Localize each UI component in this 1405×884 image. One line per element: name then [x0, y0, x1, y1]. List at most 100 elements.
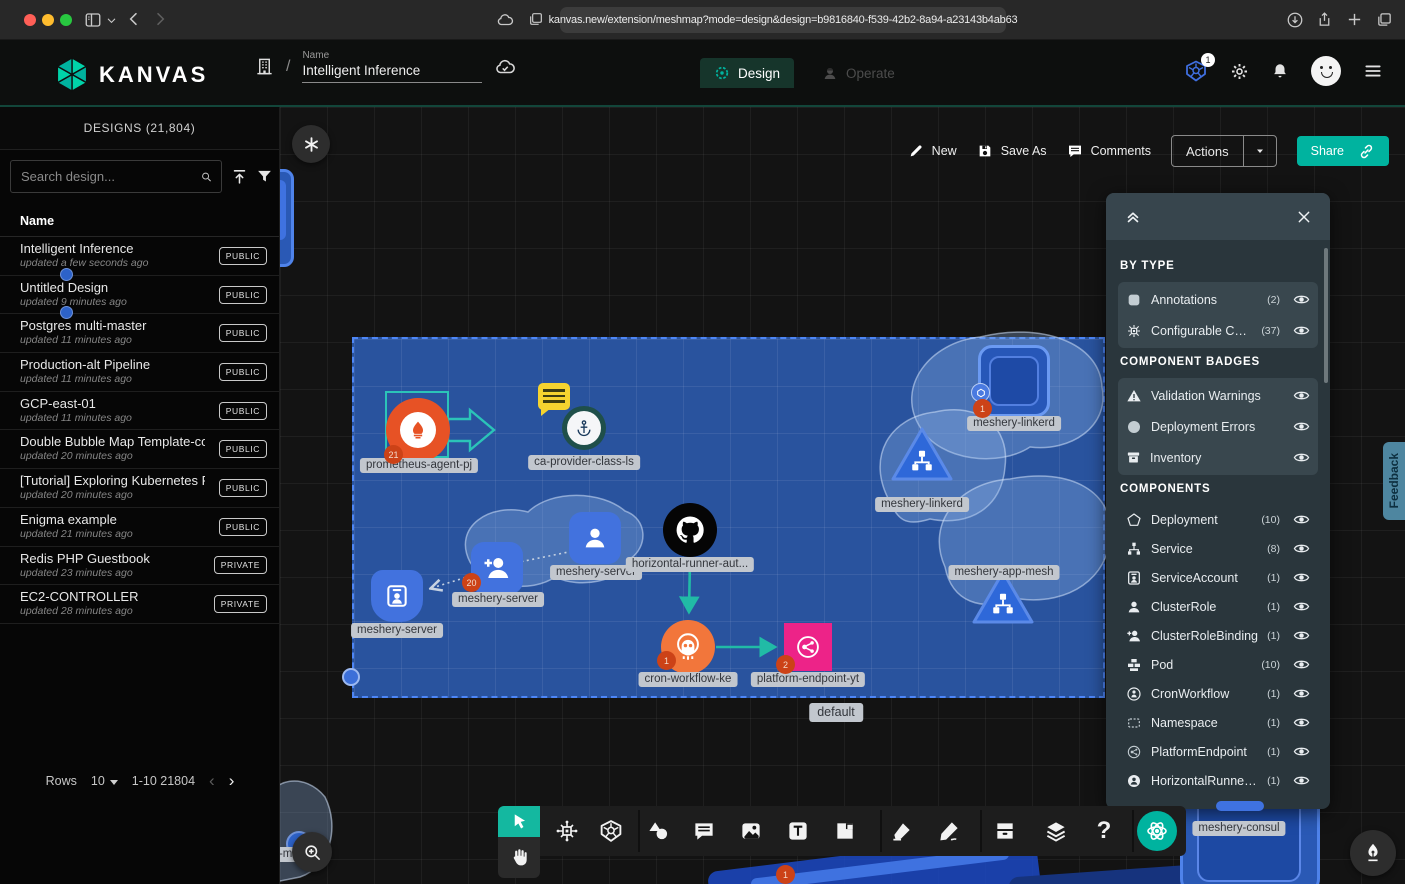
actions-split-button[interactable]: Actions: [1171, 135, 1277, 167]
component-row-cronworkflow[interactable]: CronWorkflow (1): [1126, 679, 1310, 708]
component-row-deployment[interactable]: Deployment (10): [1126, 505, 1310, 534]
pan-tool[interactable]: [498, 837, 540, 878]
new-button[interactable]: New: [908, 143, 957, 159]
kubernetes-tool-icon[interactable]: [599, 819, 624, 844]
menu-icon[interactable]: [1363, 61, 1383, 81]
name-column-header[interactable]: Name: [0, 200, 279, 237]
new-tab-icon[interactable]: [1346, 11, 1363, 28]
tab-overview-icon[interactable]: [1376, 11, 1393, 28]
prev-page-button[interactable]: ‹: [209, 775, 215, 787]
freehand-draw-tool-icon[interactable]: [938, 820, 961, 843]
component-row-clusterrolebinding[interactable]: ClusterRoleBinding (1): [1126, 621, 1310, 650]
feedback-tab[interactable]: Feedback: [1383, 442, 1405, 520]
eye-icon[interactable]: [1293, 291, 1310, 308]
component-row-platformendpoint[interactable]: PlatformEndpoint (1): [1126, 737, 1310, 766]
sidebar-toggle-icon[interactable]: [84, 11, 102, 29]
component-row-namespace[interactable]: Namespace (1): [1126, 708, 1310, 737]
eye-icon[interactable]: [1293, 569, 1310, 586]
filter-icon[interactable]: [256, 168, 273, 185]
node-meshery-linkerd-service[interactable]: [889, 426, 955, 484]
image-tool-icon[interactable]: [740, 820, 763, 843]
traffic-light-minimize[interactable]: [42, 14, 54, 26]
tab-design[interactable]: Design: [700, 58, 794, 88]
panel-scrollbar[interactable]: [1324, 248, 1328, 383]
design-row[interactable]: EC2-CONTROLLER updated 28 minutes ago PR…: [0, 585, 279, 624]
sticky-note-tool-icon[interactable]: [834, 820, 857, 843]
pen-tool-icon[interactable]: [891, 820, 914, 843]
design-row[interactable]: GCP-east-01 updated 11 minutes ago PUBLI…: [0, 392, 279, 431]
downloads-icon[interactable]: [1286, 11, 1304, 29]
rows-per-page-select[interactable]: 10: [91, 774, 118, 788]
design-row[interactable]: Postgres multi-master updated 11 minutes…: [0, 314, 279, 353]
design-row[interactable]: Redis PHP Guestbook updated 23 minutes a…: [0, 547, 279, 586]
user-avatar[interactable]: [1311, 56, 1341, 86]
search-icon[interactable]: [201, 169, 212, 185]
select-tool[interactable]: [498, 806, 540, 837]
design-row[interactable]: Double Bubble Map Template-copy updated …: [0, 430, 279, 469]
node-meshery-server-serviceaccount[interactable]: [371, 570, 423, 622]
address-bar[interactable]: kanvas.new/extension/meshmap?mode=design…: [560, 7, 1006, 33]
clipped-node[interactable]: [280, 169, 294, 267]
notifications-bell-icon[interactable]: [1271, 62, 1289, 80]
eye-icon[interactable]: [1293, 598, 1310, 615]
badge-row-validation-warnings[interactable]: Validation Warnings: [1126, 380, 1310, 411]
design-name-input[interactable]: [302, 61, 482, 83]
eye-icon[interactable]: [1293, 743, 1310, 760]
eye-icon[interactable]: [1293, 449, 1310, 466]
eye-icon[interactable]: [1293, 656, 1310, 673]
design-row[interactable]: Intelligent Inference updated a few seco…: [0, 237, 279, 276]
design-row[interactable]: Production-alt Pipeline updated 11 minut…: [0, 353, 279, 392]
organization-icon[interactable]: [255, 57, 274, 76]
by-type-row-annotations[interactable]: Annotations (2): [1126, 284, 1310, 315]
close-panel-icon[interactable]: [1296, 209, 1312, 225]
design-row[interactable]: Enigma example updated 21 minutes ago PU…: [0, 508, 279, 547]
import-design-icon[interactable]: [231, 168, 248, 185]
traffic-light-close[interactable]: [24, 14, 36, 26]
eye-icon[interactable]: [1293, 418, 1310, 435]
component-row-clusterrole[interactable]: ClusterRole (1): [1126, 592, 1310, 621]
icloud-icon[interactable]: [496, 11, 514, 29]
traffic-light-zoom[interactable]: [60, 14, 72, 26]
eye-icon[interactable]: [1293, 511, 1310, 528]
node-meshery-server-clusterrole[interactable]: [569, 512, 621, 564]
kanvas-logo[interactable]: KANVAS: [55, 56, 208, 93]
design-search[interactable]: [10, 160, 222, 193]
mesh-components-tool-icon[interactable]: [555, 819, 579, 843]
eye-icon[interactable]: [1293, 772, 1310, 789]
eye-icon[interactable]: [1293, 714, 1310, 731]
design-canvas[interactable]: 1 meshery-consul k-mo 21 prometheus-agen…: [280, 107, 1405, 884]
meshery-extension-icon[interactable]: [1137, 811, 1177, 851]
annotate-fab[interactable]: [1350, 830, 1396, 876]
badge-row-inventory[interactable]: Inventory: [1126, 442, 1310, 473]
layers-tool-icon[interactable]: [1045, 820, 1068, 843]
node-ca-provider-class[interactable]: [562, 406, 606, 450]
help-tool-icon[interactable]: ?: [1097, 817, 1112, 845]
text-tool-icon[interactable]: [787, 820, 810, 843]
eye-icon[interactable]: [1293, 387, 1310, 404]
component-row-service[interactable]: Service (8): [1126, 534, 1310, 563]
eye-icon[interactable]: [1293, 322, 1310, 339]
design-row[interactable]: [Tutorial] Exploring Kubernetes Pod upda…: [0, 469, 279, 508]
by-type-row-configurable[interactable]: Configurable Compon (37): [1126, 315, 1310, 346]
component-row-serviceaccount[interactable]: ServiceAccount (1): [1126, 563, 1310, 592]
eye-icon[interactable]: [1293, 685, 1310, 702]
settings-gear-icon[interactable]: [1230, 62, 1249, 81]
kubernetes-context-button[interactable]: 1: [1184, 59, 1208, 83]
forward-icon[interactable]: [152, 11, 168, 27]
eye-icon[interactable]: [1293, 540, 1310, 557]
shapes-tool-icon[interactable]: [647, 820, 670, 843]
share-button[interactable]: Share: [1297, 136, 1389, 166]
component-row-pod[interactable]: Pod (10): [1126, 650, 1310, 679]
collapse-panel-icon[interactable]: [1124, 208, 1142, 226]
back-icon[interactable]: [126, 11, 142, 27]
component-row-horizontalrunnerautoscaler[interactable]: HorizontalRunnerAutos (1): [1126, 766, 1310, 795]
comments-button[interactable]: Comments: [1067, 143, 1151, 159]
chevron-down-icon[interactable]: [106, 15, 117, 26]
node-horizontal-runner-autoscaler[interactable]: [663, 503, 717, 557]
save-as-button[interactable]: Save As: [977, 143, 1047, 159]
share-icon[interactable]: [1316, 11, 1333, 28]
tab-operate[interactable]: Operate: [808, 58, 909, 88]
drawer-tool-icon[interactable]: [994, 820, 1017, 843]
next-page-button[interactable]: ›: [229, 775, 235, 787]
reader-icon[interactable]: [528, 11, 544, 27]
